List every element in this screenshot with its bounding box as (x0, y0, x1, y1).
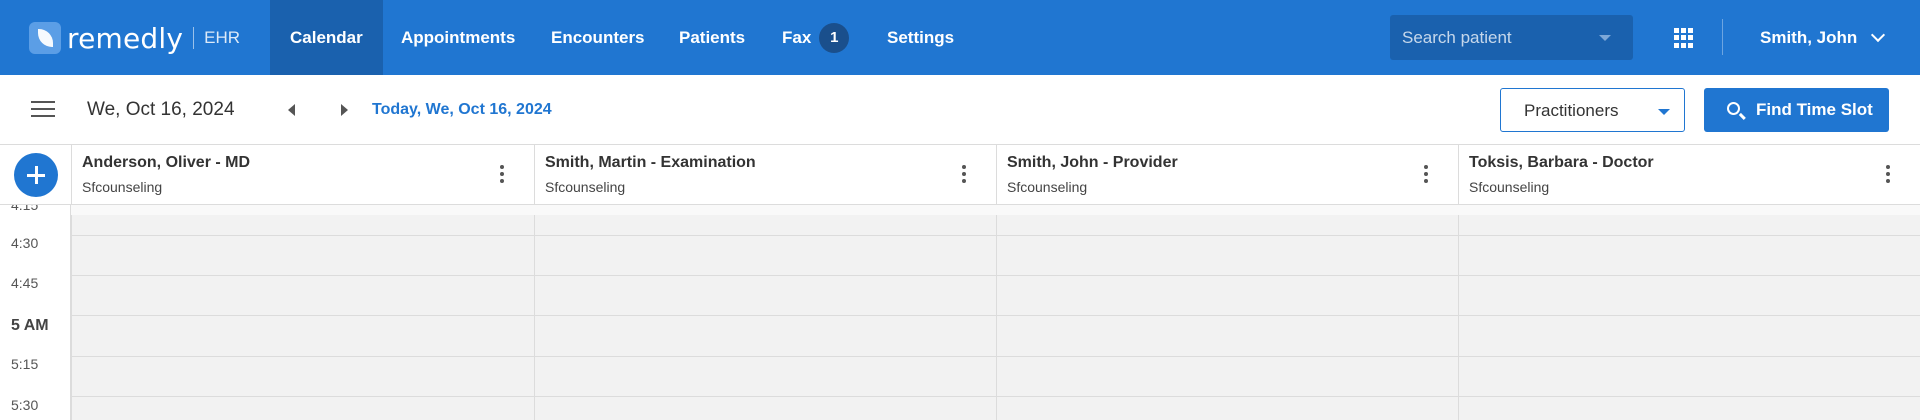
brand-name: remedly (67, 21, 184, 55)
calendar-toolbar: We, Oct 16, 2024 Today, We, Oct 16, 2024… (0, 75, 1920, 145)
nav-settings[interactable]: Settings (887, 0, 954, 75)
slot-divider (71, 275, 1920, 276)
nav-appointments-label: Appointments (401, 27, 516, 47)
nav-divider (1722, 19, 1723, 55)
fax-count-badge: 1 (819, 22, 850, 53)
time-label: 5:15 (11, 356, 39, 372)
caret-down-icon (1658, 109, 1670, 115)
time-column: 4:15 4:30 4:45 5 AM 5:15 5:30 (0, 205, 71, 420)
time-label: 4:30 (11, 235, 39, 251)
nav-encounters[interactable]: Encounters (551, 0, 645, 75)
nav-appointments[interactable]: Appointments (401, 0, 515, 75)
user-name: Smith, John (1760, 27, 1858, 47)
slot-divider (71, 396, 1920, 397)
nav-patients[interactable]: Patients (679, 0, 745, 75)
time-label: 4:45 (11, 275, 39, 291)
practitioner-column-header: Smith, John - Provider Sfcounseling (996, 145, 1458, 205)
top-navigation: remedly EHR Calendar Appointments Encoun… (0, 0, 1920, 75)
practitioner-name: Anderson, Oliver - MD (82, 154, 251, 171)
practitioner-name: Toksis, Barbara - Doctor (1469, 154, 1654, 171)
apps-grid-icon[interactable] (1674, 28, 1694, 48)
current-date[interactable]: We, Oct 16, 2024 (87, 99, 235, 121)
practitioner-org: Sfcounseling (1469, 179, 1550, 195)
search-patient-input[interactable] (1402, 15, 1602, 60)
find-time-slot-label: Find Time Slot (1756, 100, 1873, 119)
practitioner-name: Smith, Martin - Examination (545, 154, 756, 171)
nav-settings-label: Settings (887, 27, 955, 47)
calendar-header: Anderson, Oliver - MD Sfcounseling Smith… (0, 145, 1920, 205)
practitioner-slot-column[interactable] (534, 205, 996, 420)
practitioner-slot-column[interactable] (1458, 205, 1920, 420)
practitioner-slot-column[interactable] (71, 205, 534, 420)
add-appointment-button[interactable] (14, 153, 58, 197)
practitioners-label: Practitioners (1524, 101, 1619, 120)
calendar-grid: 4:15 4:30 4:45 5 AM 5:15 5:30 (0, 205, 1920, 420)
more-options-icon[interactable] (1424, 165, 1428, 185)
nav-patients-label: Patients (679, 27, 746, 47)
practitioners-select[interactable]: Practitioners (1500, 88, 1685, 132)
nav-fax[interactable]: Fax 1 (782, 0, 850, 75)
more-options-icon[interactable] (500, 165, 504, 185)
practitioner-org: Sfcounseling (82, 179, 163, 195)
more-options-icon[interactable] (962, 165, 966, 185)
nav-calendar-label: Calendar (290, 27, 363, 47)
logo[interactable]: remedly EHR (29, 21, 240, 55)
brand-suffix: EHR (204, 28, 241, 47)
practitioner-org: Sfcounseling (1007, 179, 1088, 195)
practitioner-column-header: Toksis, Barbara - Doctor Sfcounseling (1458, 145, 1920, 205)
practitioner-org: Sfcounseling (545, 179, 626, 195)
find-time-slot-button[interactable]: Find Time Slot (1704, 88, 1889, 132)
practitioner-column-header: Anderson, Oliver - MD Sfcounseling (71, 145, 534, 205)
previous-day-icon[interactable] (288, 104, 295, 116)
slot-divider (71, 356, 1920, 357)
logo-divider (193, 27, 195, 49)
nav-fax-label: Fax (782, 27, 812, 47)
practitioner-slot-column[interactable] (996, 205, 1458, 420)
slot-divider (71, 315, 1920, 316)
time-label: 4:15 (11, 205, 39, 213)
practitioner-column-header: Smith, Martin - Examination Sfcounseling (534, 145, 996, 205)
slot-strip (71, 205, 1920, 215)
menu-icon[interactable] (31, 101, 55, 119)
nav-encounters-label: Encounters (551, 27, 645, 47)
more-options-icon[interactable] (1886, 165, 1890, 185)
search-icon (1727, 102, 1740, 115)
next-day-icon[interactable] (341, 104, 348, 116)
practitioner-name: Smith, John - Provider (1007, 154, 1178, 171)
search-dropdown-icon[interactable] (1599, 35, 1611, 41)
user-menu[interactable]: Smith, John (1760, 0, 1886, 75)
patient-search[interactable] (1390, 15, 1633, 60)
chevron-down-icon (1871, 27, 1886, 42)
time-label: 5:30 (11, 397, 39, 413)
nav-calendar[interactable]: Calendar (270, 0, 383, 75)
today-link[interactable]: Today, We, Oct 16, 2024 (372, 101, 552, 119)
remedly-logo-icon (29, 22, 61, 54)
hour-label: 5 AM (11, 317, 49, 334)
slot-divider (71, 235, 1920, 236)
